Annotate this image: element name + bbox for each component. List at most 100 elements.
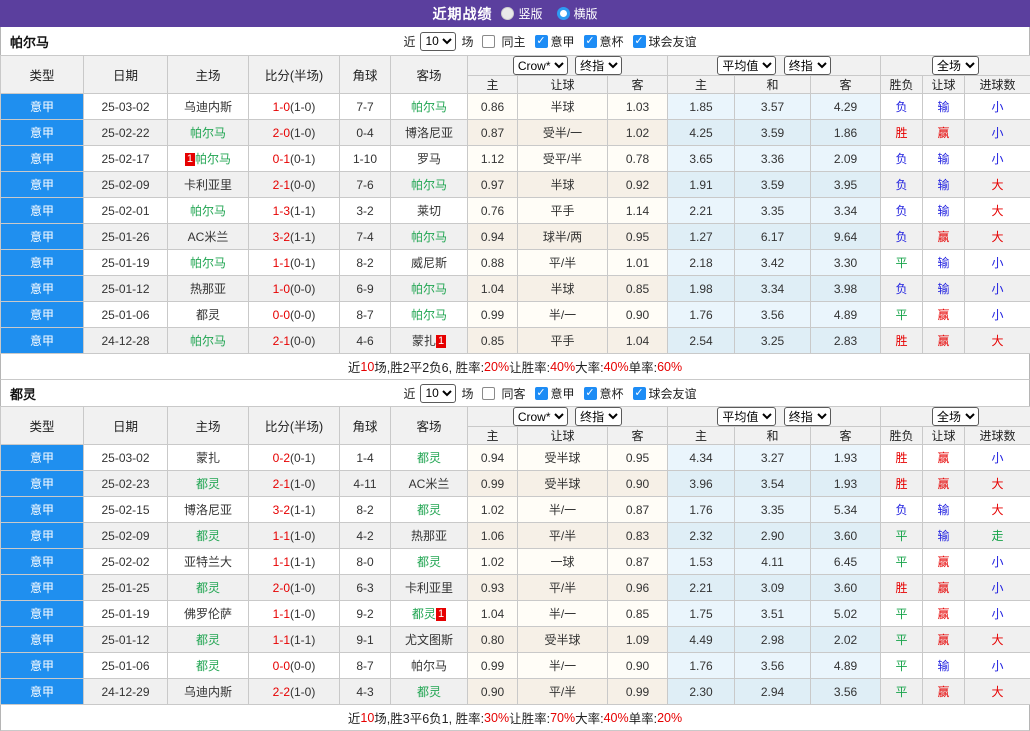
date-cell: 25-01-06 [84, 653, 168, 679]
handicap-result-cell: 输 [923, 523, 965, 549]
odds-handicap-cell: 半球 [518, 94, 608, 120]
odds-away-cell: 1.09 [608, 627, 668, 653]
col-odds-home: 主 [468, 76, 518, 94]
match-row: 意甲25-01-19佛罗伦萨1-1(1-0)9-2都灵11.04半/一0.851… [1, 601, 1030, 627]
match-row: 意甲25-01-25都灵2-0(1-0)6-3卡利亚里0.93平/半0.962.… [1, 575, 1030, 601]
away-team-cell: 帕尔马 [391, 224, 468, 250]
league-cup-checkbox[interactable] [584, 35, 597, 48]
avg-stage-select[interactable]: 终指 [784, 56, 831, 75]
match-row: 意甲25-01-06都灵0-0(0-0)8-7帕尔马0.99半/一0.901.7… [1, 302, 1030, 328]
home-team-cell: 乌迪内斯 [168, 679, 249, 705]
result-cell: 平 [881, 627, 923, 653]
avg-home-cell: 1.76 [668, 497, 735, 523]
col-type: 类型 [1, 407, 84, 445]
team-name-text: 卡利亚里 [405, 581, 453, 595]
team-name-text: 都灵 [417, 451, 441, 465]
col-avg-draw: 和 [735, 76, 811, 94]
avg-draw-cell: 3.56 [735, 302, 811, 328]
vertical-layout-radio[interactable] [501, 7, 514, 20]
result-cell: 负 [881, 172, 923, 198]
avg-draw-cell: 3.57 [735, 94, 811, 120]
corner-cell: 0-4 [340, 120, 391, 146]
avg-away-cell: 1.86 [811, 120, 881, 146]
home-team-cell: 1帕尔马 [168, 146, 249, 172]
col-handicap-result: 让球 [923, 76, 965, 94]
col-away: 客场 [391, 407, 468, 445]
league-cell: 意甲 [1, 549, 84, 575]
scope-select[interactable]: 全场 [932, 407, 979, 426]
handicap-result-cell: 输 [923, 276, 965, 302]
league-cup-checkbox[interactable] [584, 387, 597, 400]
horizontal-layout-radio[interactable] [557, 7, 570, 20]
date-cell: 25-01-12 [84, 276, 168, 302]
avg-home-cell: 3.65 [668, 146, 735, 172]
away-team-cell: 热那亚 [391, 523, 468, 549]
league-friendly-checkbox[interactable] [633, 35, 646, 48]
avg-away-cell: 9.64 [811, 224, 881, 250]
same-venue-label: 同主 [501, 33, 525, 50]
summary-text: 场,胜3平6负1, 胜率: [374, 708, 484, 727]
score-cell: 2-0(1-0) [249, 575, 340, 601]
avg-home-cell: 1.76 [668, 302, 735, 328]
away-team-cell: 都灵1 [391, 601, 468, 627]
recent-count-select[interactable]: 10 [420, 384, 456, 403]
corner-cell: 7-6 [340, 172, 391, 198]
avg-select[interactable]: 平均值 [717, 56, 776, 75]
odds-home-cell: 1.04 [468, 276, 518, 302]
home-team-cell: 都灵 [168, 627, 249, 653]
result-cell: 平 [881, 302, 923, 328]
result-cell: 胜 [881, 471, 923, 497]
same-venue-checkbox[interactable] [482, 387, 495, 400]
corner-cell: 8-0 [340, 549, 391, 575]
team-name-text: 亚特兰大 [184, 555, 232, 569]
match-row: 意甲25-02-09卡利亚里2-1(0-0)7-6帕尔马0.97半球0.921.… [1, 172, 1030, 198]
avg-stage-select[interactable]: 终指 [784, 407, 831, 426]
handicap-result-cell: 赢 [923, 601, 965, 627]
league-cell: 意甲 [1, 575, 84, 601]
home-team-cell: 都灵 [168, 575, 249, 601]
team-name-text: 帕尔马 [411, 308, 447, 322]
league-cell: 意甲 [1, 627, 84, 653]
avg-away-cell: 1.93 [811, 445, 881, 471]
result-cell: 负 [881, 497, 923, 523]
odds-stage-select[interactable]: 终指 [575, 56, 622, 75]
league-cell: 意甲 [1, 276, 84, 302]
away-team-cell: 都灵 [391, 497, 468, 523]
odds-handicap-cell: 半球 [518, 172, 608, 198]
league-seriea-checkbox[interactable] [535, 387, 548, 400]
away-team-cell: AC米兰 [391, 471, 468, 497]
corner-cell: 6-9 [340, 276, 391, 302]
result-cell: 负 [881, 94, 923, 120]
date-cell: 25-02-01 [84, 198, 168, 224]
date-cell: 25-02-17 [84, 146, 168, 172]
recent-count-select[interactable]: 10 [420, 32, 456, 51]
odds-handicap-cell: 平/半 [518, 575, 608, 601]
goals-result-cell: 大 [965, 679, 1030, 705]
avg-home-cell: 3.96 [668, 471, 735, 497]
team-name-text: 都灵 [417, 503, 441, 517]
match-row: 意甲25-02-15博洛尼亚3-2(1-1)8-2都灵1.02半/一0.871.… [1, 497, 1030, 523]
away-team-cell: 尤文图斯 [391, 627, 468, 653]
league-seriea-checkbox[interactable] [535, 35, 548, 48]
result-cell: 平 [881, 601, 923, 627]
avg-away-cell: 3.60 [811, 575, 881, 601]
match-row: 意甲25-01-12都灵1-1(1-1)9-1尤文图斯0.80受半球1.094.… [1, 627, 1030, 653]
result-cell: 胜 [881, 328, 923, 354]
corner-cell: 3-2 [340, 198, 391, 224]
league-friendly-checkbox[interactable] [633, 387, 646, 400]
odds-handicap-cell: 平/半 [518, 250, 608, 276]
odds-provider-select[interactable]: Crow* [513, 407, 568, 426]
score-cell: 2-1(0-0) [249, 328, 340, 354]
same-venue-checkbox[interactable] [482, 35, 495, 48]
team-name-text: 热那亚 [190, 282, 226, 296]
avg-away-cell: 4.89 [811, 302, 881, 328]
col-date: 日期 [84, 407, 168, 445]
odds-provider-select[interactable]: Crow* [513, 56, 568, 75]
avg-group-header: 平均值 终指 [668, 407, 881, 427]
odds-stage-select[interactable]: 终指 [575, 407, 622, 426]
page-title: 近期战绩 [432, 4, 492, 24]
scope-select[interactable]: 全场 [932, 56, 979, 75]
avg-select[interactable]: 平均值 [717, 407, 776, 426]
score-cell: 3-2(1-1) [249, 497, 340, 523]
result-cell: 平 [881, 653, 923, 679]
